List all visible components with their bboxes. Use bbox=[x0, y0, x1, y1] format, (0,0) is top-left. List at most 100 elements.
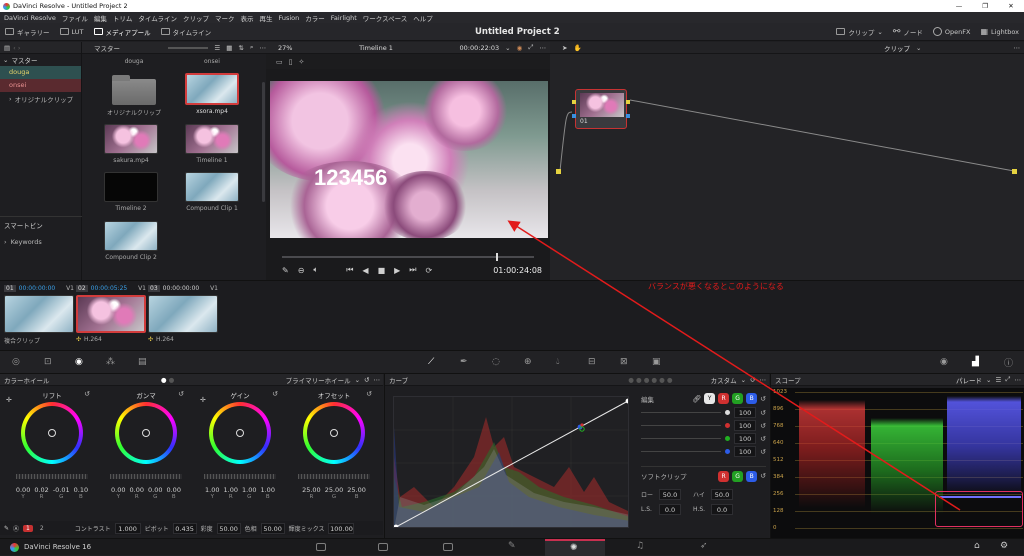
sizing-icon[interactable]: ⊠ bbox=[620, 357, 628, 367]
scope-settings-icon[interactable]: ☰ bbox=[995, 376, 1001, 384]
timeline-button[interactable]: タイムライン bbox=[156, 23, 217, 41]
3d-icon[interactable]: ▣ bbox=[652, 357, 661, 367]
scope-mode[interactable]: パレード bbox=[956, 375, 982, 385]
pointer-icon[interactable]: ➤ bbox=[562, 44, 567, 52]
channel-b-chip[interactable]: B bbox=[746, 393, 757, 404]
camera-raw-icon[interactable]: ◎ bbox=[12, 357, 20, 367]
media-thumb-compound1[interactable] bbox=[185, 172, 239, 202]
motion-effects-icon[interactable]: ▤ bbox=[138, 357, 147, 367]
clip-button[interactable]: クリップ⌄ bbox=[831, 23, 887, 41]
blur-icon[interactable]: 💧︎ bbox=[556, 357, 560, 367]
picker-crosshair-icon[interactable]: ✛ bbox=[6, 396, 12, 404]
chevron-down-icon[interactable]: ⌄ bbox=[916, 44, 921, 52]
contrast-field[interactable]: 1.000 bbox=[115, 523, 141, 534]
media-thumb-sakura[interactable] bbox=[104, 124, 158, 154]
channel-y-chip[interactable]: Y bbox=[704, 393, 715, 404]
intensity-b-field[interactable]: 100 bbox=[734, 446, 756, 457]
master-wheel-slider[interactable] bbox=[16, 474, 88, 479]
wheel-center-handle[interactable] bbox=[236, 429, 244, 437]
fullscreen-icon[interactable]: ⤢ bbox=[528, 43, 533, 52]
folder-original-clips[interactable] bbox=[112, 75, 156, 105]
reset-icon[interactable]: ↺ bbox=[750, 376, 755, 384]
zoom-slider[interactable] bbox=[168, 47, 208, 49]
clip-02[interactable]: 0200:00:05:25V1 ✣H.264 bbox=[76, 285, 146, 347]
chevron-down-icon[interactable]: ⌄ bbox=[505, 44, 510, 52]
softclip-b-chip[interactable]: B bbox=[746, 471, 757, 482]
reset-icon[interactable]: ↺ bbox=[364, 376, 369, 384]
tracker-icon[interactable]: ⊕ bbox=[524, 357, 532, 367]
menu-trim[interactable]: トリム bbox=[113, 13, 133, 23]
media-thumb-timeline2[interactable] bbox=[104, 172, 158, 202]
reset-icon[interactable]: ↺ bbox=[272, 390, 278, 398]
openfx-button[interactable]: OpenFX bbox=[928, 23, 976, 41]
media-thumb-compound2[interactable] bbox=[104, 221, 158, 251]
scrubber-bar[interactable] bbox=[282, 256, 534, 258]
wheel-value-field[interactable]: 0.00 bbox=[111, 486, 125, 494]
wipe-icon[interactable]: ✧ bbox=[298, 58, 304, 66]
saturation-field[interactable]: 50.00 bbox=[217, 523, 241, 534]
more-options-icon[interactable]: ⋯ bbox=[1014, 44, 1024, 52]
menu-workspace[interactable]: ワークスペース bbox=[363, 13, 408, 23]
wheel-mode[interactable]: プライマリーホイール bbox=[286, 375, 351, 385]
nav-arrows-icon[interactable]: ‹ › bbox=[13, 44, 20, 52]
pivot-field[interactable]: 0.435 bbox=[173, 523, 197, 534]
reset-icon[interactable]: ↺ bbox=[760, 395, 766, 403]
wheel-value-field[interactable]: 1.00 bbox=[260, 486, 274, 494]
channel-r-chip[interactable]: R bbox=[718, 393, 729, 404]
keywords-item[interactable]: ›Keywords bbox=[4, 238, 42, 246]
cut-page-icon[interactable] bbox=[378, 543, 388, 551]
deliver-page-icon[interactable]: ➶ bbox=[700, 541, 708, 551]
link-icon[interactable]: 🔗︎ bbox=[692, 395, 701, 403]
node-button[interactable]: ⚯ノード bbox=[888, 23, 928, 41]
menu-fusion[interactable]: Fusion bbox=[278, 14, 299, 22]
close-button[interactable]: ✕ bbox=[998, 2, 1024, 10]
loop-icon[interactable]: ⟳ bbox=[426, 266, 433, 275]
picker-crosshair-icon[interactable]: ✛ bbox=[200, 396, 206, 404]
playhead-marker[interactable] bbox=[496, 253, 498, 261]
media-thumb-xsora[interactable] bbox=[185, 73, 239, 105]
reset-icon[interactable]: ↺ bbox=[760, 472, 766, 480]
wheel-value-field[interactable]: 0.10 bbox=[74, 486, 88, 494]
color-wheel[interactable] bbox=[21, 402, 83, 464]
low-field[interactable]: 50.0 bbox=[659, 489, 681, 500]
menu-color[interactable]: カラー bbox=[305, 13, 325, 23]
menu-edit[interactable]: 編集 bbox=[94, 13, 107, 23]
color-picker-tool-icon[interactable]: ✎ bbox=[282, 266, 289, 275]
softclip-g-chip[interactable]: G bbox=[732, 471, 743, 482]
intensity-g-field[interactable]: 100 bbox=[734, 433, 756, 444]
more-options-icon[interactable]: ⋯ bbox=[540, 44, 551, 52]
menu-clip[interactable]: クリップ bbox=[183, 13, 209, 23]
media-pool-scrollbar[interactable] bbox=[262, 82, 265, 202]
menu-fairlight[interactable]: Fairlight bbox=[331, 14, 357, 22]
input-node-dot[interactable] bbox=[556, 169, 561, 174]
wheel-value-field[interactable]: 0.00 bbox=[130, 486, 144, 494]
scopes-icon[interactable]: ▟ bbox=[972, 357, 979, 367]
page-2-button[interactable]: 2 bbox=[37, 525, 47, 532]
color-wheels-icon[interactable]: ◉ bbox=[75, 357, 83, 367]
auto-icon[interactable]: Ⓐ bbox=[13, 524, 19, 533]
wheel-center-handle[interactable] bbox=[142, 429, 150, 437]
more-options-icon[interactable]: ⋯ bbox=[374, 376, 384, 384]
reset-icon[interactable]: ↺ bbox=[760, 422, 766, 430]
page-dots[interactable]: ● ● bbox=[161, 376, 174, 384]
color-wheel[interactable] bbox=[303, 402, 365, 464]
clip-03[interactable]: 0300:00:00:00V1 ✣H.264 bbox=[148, 285, 218, 347]
last-frame-icon[interactable]: ⏭︎ bbox=[409, 265, 416, 275]
wheel-center-handle[interactable] bbox=[330, 429, 338, 437]
hand-icon[interactable]: ✋ bbox=[573, 44, 581, 52]
window-icon[interactable]: ◌ bbox=[492, 357, 500, 367]
reverse-icon[interactable]: ◀ bbox=[362, 266, 368, 275]
lightbox-button[interactable]: ▦Lightbox bbox=[975, 23, 1024, 41]
chevron-down-icon[interactable]: ⌄ bbox=[355, 376, 360, 384]
curve-page-dots[interactable]: ● ● ● ● ● ● bbox=[628, 376, 672, 384]
viewer-mode-icon[interactable]: ▭ bbox=[276, 58, 283, 66]
qualifier-icon[interactable]: ✒ bbox=[460, 357, 468, 367]
menu-timeline[interactable]: タイムライン bbox=[138, 13, 177, 23]
settings-gear-icon[interactable]: ⚙ bbox=[1000, 541, 1008, 551]
color-wheel[interactable] bbox=[209, 402, 271, 464]
gallery-button[interactable]: ギャラリー bbox=[0, 23, 55, 41]
key-icon[interactable]: ⊟ bbox=[588, 357, 596, 367]
bin-original-clips[interactable]: ›オリジナルクリップ bbox=[0, 92, 81, 105]
info-icon[interactable]: ⓘ bbox=[1004, 356, 1013, 369]
color-picker-icon[interactable]: ◉ bbox=[517, 44, 523, 52]
